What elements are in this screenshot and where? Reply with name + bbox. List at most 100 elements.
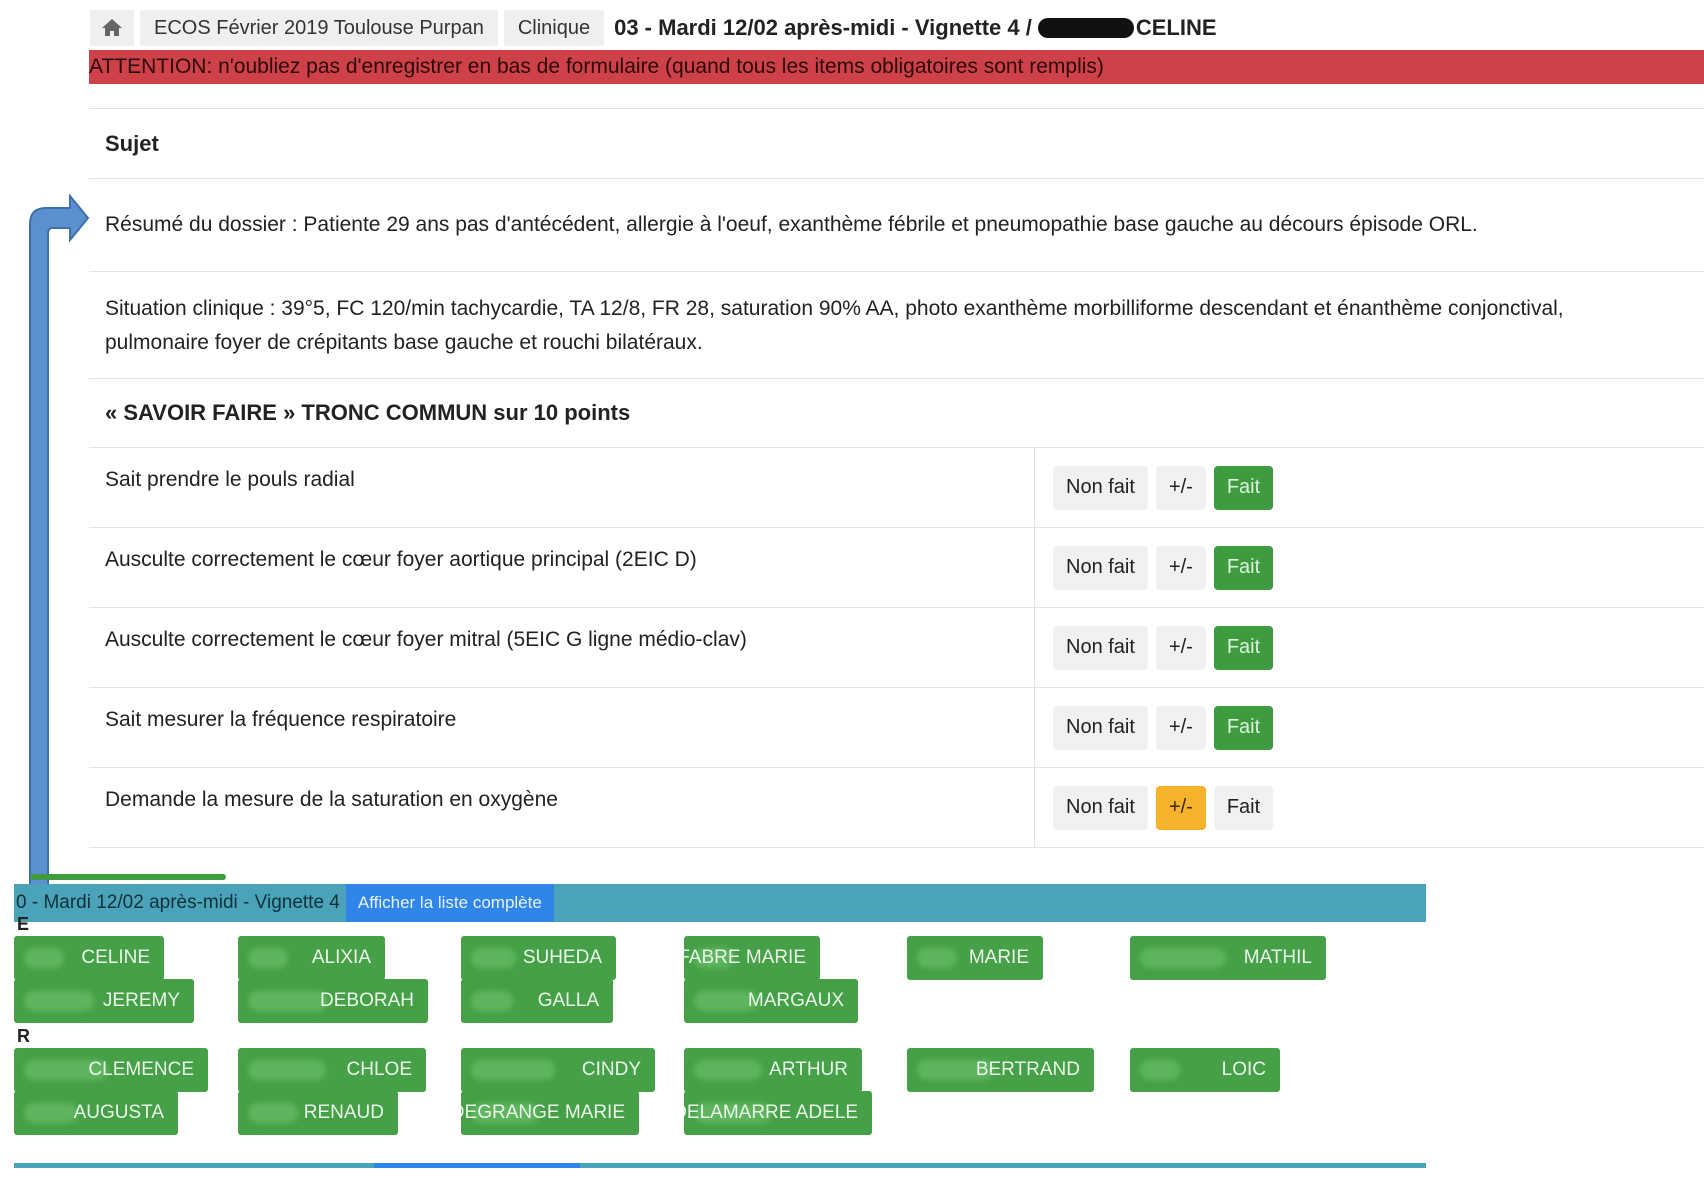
student-chip-name: MARGAUX [747,990,844,1011]
page-title-prefix: 03 - Mardi 12/02 après-midi - Vignette 4… [614,15,1032,40]
group-letter: E [17,914,30,934]
breadcrumb: ECOS Février 2019 Toulouse Purpan Cliniq… [90,8,1217,48]
student-chip-name: CLEMENCE [88,1059,194,1080]
redacted-surname [471,948,516,968]
save-warning-alert: ATTENTION: n'oubliez pas d'enregistrer e… [89,50,1704,84]
student-chip[interactable]: DEGRANGE MARIE [461,1091,639,1135]
student-chip-name: DEBORAH [320,990,414,1011]
partial-button[interactable]: +/- [1155,785,1206,830]
student-chip[interactable]: MARGAUX [684,979,858,1023]
breadcrumb-clinique[interactable]: Clinique [503,10,605,46]
student-chip[interactable]: CELINE [14,936,164,980]
student-chip[interactable]: ALIXIA [238,936,385,980]
checklist-row: Ausculte correctement le cœur foyer mitr… [89,608,1704,688]
student-chip[interactable]: CINDY [461,1048,655,1092]
non-fait-button[interactable]: Non fait [1053,545,1148,590]
partial-button[interactable]: +/- [1155,625,1206,670]
redacted-surname [694,1060,762,1080]
checklist-choice-group: Non fait +/- Fait [1035,768,1274,847]
checklist-item-label: Sait prendre le pouls radial [89,448,1035,527]
panel-bottom-line [14,1163,1426,1168]
breadcrumb-session[interactable]: ECOS Février 2019 Toulouse Purpan [140,10,498,46]
page-title-suffix: CELINE [1135,15,1217,40]
student-chip[interactable]: CLEMENCE [14,1048,208,1092]
student-chip-name: RENAUD [303,1102,384,1123]
fait-button[interactable]: Fait [1213,465,1274,510]
sujet-title: Sujet [105,130,159,156]
home-icon [102,19,122,36]
redacted-surname [1140,1060,1180,1080]
redacted-surname [917,948,957,968]
redacted-surname [248,948,288,968]
student-chip-name: CHLOE [346,1059,412,1080]
student-chip[interactable]: LOIC [1130,1048,1280,1092]
redacted-surname [248,991,328,1011]
redacted-surname [24,991,94,1011]
partial-button[interactable]: +/- [1155,705,1206,750]
checklist-item-label: Ausculte correctement le cœur foyer aort… [89,528,1035,607]
student-chip-name: ARTHUR [769,1059,848,1080]
partial-button[interactable]: +/- [1155,545,1206,590]
student-chip[interactable]: DEBORAH [238,979,428,1023]
student-chip-name: LOIC [1221,1059,1266,1080]
checklist-items: Sait prendre le pouls radial Non fait +/- F… [89,447,1704,848]
non-fait-button[interactable]: Non fait [1053,785,1148,830]
annotation-arrow [29,194,90,919]
student-chip-name: DEGRANGE MARIE [461,1102,625,1123]
student-chip-name: ALIXIA [311,947,371,968]
redacted-surname [1140,948,1226,968]
students-panel: 0 - Mardi 12/02 après-midi - Vignette 4 … [14,884,1426,1176]
active-tab-indicator [30,874,226,880]
redacted-surname [24,1103,78,1123]
non-fait-button[interactable]: Non fait [1053,625,1148,670]
student-chip[interactable]: JEREMY [14,979,194,1023]
student-chip-name: BERTRAND [975,1059,1080,1080]
fait-button[interactable]: Fait [1213,625,1274,670]
student-chip-name: FABRE MARIE [684,947,806,968]
student-chip-name: DELAMARRE ADELE [684,1102,858,1123]
page-title: 03 - Mardi 12/02 après-midi - Vignette 4… [614,15,1216,41]
panel-vignette-label: 0 - Mardi 12/02 après-midi - Vignette 4 [16,892,340,913]
student-chip[interactable]: CHLOE [238,1048,426,1092]
fait-button[interactable]: Fait [1213,545,1274,590]
checklist-choice-group: Non fait +/- Fait [1035,608,1274,687]
student-chip-name: CELINE [81,947,150,968]
student-chip[interactable]: MATHIL [1130,936,1326,980]
student-chip[interactable]: FABRE MARIE [684,936,820,980]
savoir-faire-title: « SAVOIR FAIRE » TRONC COMMUN sur 10 poi… [105,400,631,425]
student-chip[interactable]: ARTHUR [684,1048,862,1092]
student-chip[interactable]: BERTRAND [907,1048,1094,1092]
redacted-name [1037,18,1134,38]
fait-button[interactable]: Fait [1213,785,1274,830]
checklist-row: Demande la mesure de la saturation en ox… [89,768,1704,848]
student-chip-name: MATHIL [1243,947,1312,968]
students-panel-bar: 0 - Mardi 12/02 après-midi - Vignette 4 … [14,884,1426,922]
evaluation-form: Sujet Résumé du dossier : Patiente 29 an… [89,108,1704,848]
home-breadcrumb[interactable] [90,10,134,46]
non-fait-button[interactable]: Non fait [1053,465,1148,510]
partial-button[interactable]: +/- [1155,465,1206,510]
student-chip-name: SUHEDA [522,947,602,968]
redacted-surname [248,1060,326,1080]
student-chip-name: GALLA [537,990,599,1011]
non-fait-button[interactable]: Non fait [1053,705,1148,750]
student-chip[interactable]: AUGUSTA [14,1091,178,1135]
student-chip[interactable]: RENAUD [238,1091,398,1135]
situation-clinique: Situation clinique : 39°5, FC 120/min ta… [89,272,1704,378]
checklist-item-label: Sait mesurer la fréquence respiratoire [89,688,1035,767]
redacted-surname [471,991,513,1011]
resume-dossier: Résumé du dossier : Patiente 29 ans pas … [105,213,1478,236]
checklist-choice-group: Non fait +/- Fait [1035,528,1274,607]
student-chip[interactable]: GALLA [461,979,613,1023]
student-chip[interactable]: SUHEDA [461,936,616,980]
student-chip[interactable]: MARIE [907,936,1043,980]
redacted-surname [248,1103,298,1123]
situation-line-2: pulmonaire foyer de crépitants base gauc… [105,331,703,354]
student-chip-name: AUGUSTA [73,1102,164,1123]
group-letter: R [17,1026,30,1046]
fait-button[interactable]: Fait [1213,705,1274,750]
student-chip-name: CINDY [581,1059,641,1080]
student-chip[interactable]: DELAMARRE ADELE [684,1091,872,1135]
show-full-list-button[interactable]: Afficher la liste complète [345,884,554,922]
checklist-row: Ausculte correctement le cœur foyer aort… [89,528,1704,608]
